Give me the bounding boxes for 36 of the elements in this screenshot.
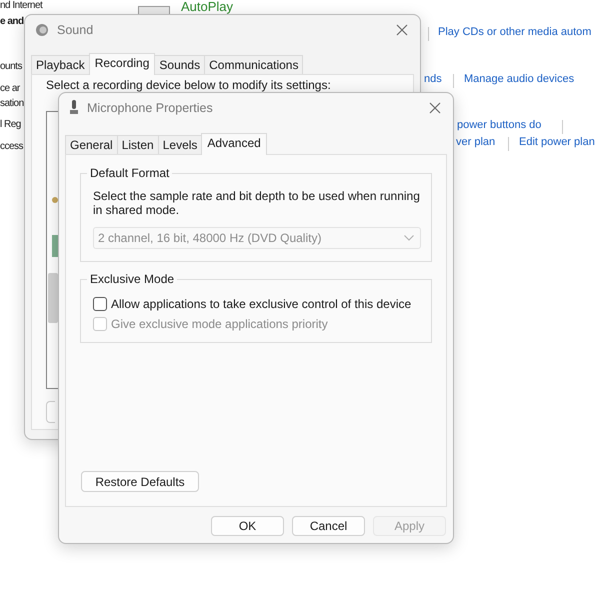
label-text: ounts: [0, 61, 22, 73]
link[interactable]: Edit power plan: [519, 135, 595, 149]
instruction-text: Select a recording device below to modify its settings:: [46, 78, 332, 92]
tab[interactable]: Levels: [158, 135, 202, 154]
group-heading: Exclusive Mode: [87, 272, 178, 286]
link[interactable]: nds: [424, 72, 442, 86]
window-title: Sound: [57, 23, 94, 37]
checkbox-option[interactable]: Allow applications to take exclusive control of this device: [93, 297, 421, 311]
link[interactable]: Play CDs or other media autom: [438, 25, 592, 39]
tab[interactable]: General: [65, 135, 118, 154]
description-text: Select the sample rate and bit depth to be used when running in shared mode.: [93, 189, 421, 217]
link[interactable]: power buttons do: [457, 118, 542, 132]
group-heading: Default Format: [87, 166, 172, 180]
tab[interactable]: Communications: [204, 55, 304, 74]
dialog-button[interactable]: Cancel: [292, 516, 365, 536]
close-icon[interactable]: [396, 24, 408, 36]
link[interactable]: Manage audio devices: [464, 72, 574, 86]
label-text: nd Internet: [0, 0, 42, 12]
tab[interactable]: Listen: [116, 135, 159, 154]
link[interactable]: ver plan: [456, 135, 496, 149]
tab[interactable]: Advanced: [201, 133, 267, 155]
label-text: ccess: [0, 141, 24, 153]
label-text: sation: [0, 98, 24, 110]
dialog-button[interactable]: OK: [211, 516, 284, 536]
speaker-icon: [35, 23, 49, 37]
label-text: ce ar: [0, 83, 20, 95]
close-icon[interactable]: [429, 102, 441, 114]
restore-defaults-button[interactable]: Restore Defaults: [81, 471, 199, 492]
label-text: l Reg: [0, 119, 21, 131]
tab[interactable]: Recording: [88, 53, 156, 75]
section-heading: AutoPlay: [181, 0, 234, 13]
tab[interactable]: Playback: [31, 55, 90, 74]
checkbox[interactable]: [93, 297, 107, 311]
chevron-icon: [404, 235, 414, 241]
label-text: e and: [0, 16, 24, 28]
window-title: Microphone Properties: [87, 101, 214, 115]
